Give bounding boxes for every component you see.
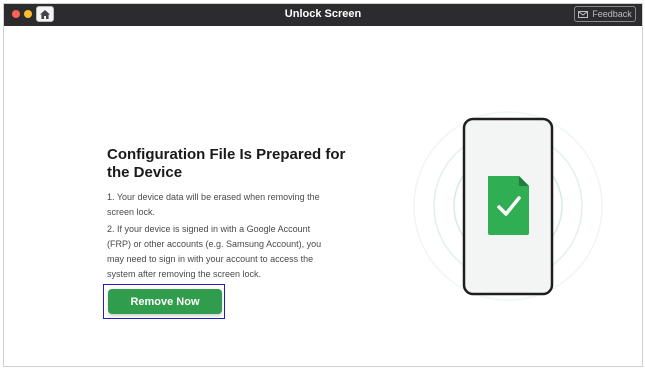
feedback-button[interactable]: Feedback (574, 6, 636, 22)
remove-now-button[interactable]: Remove Now (108, 289, 222, 314)
mail-icon (578, 10, 589, 18)
page-heading: Configuration File Is Prepared for the D… (107, 146, 346, 181)
title-bar: Unlock Screen Feedback (4, 4, 642, 26)
page: Unlock Screen Feedback Configuration Fil… (0, 0, 645, 378)
app-window: Unlock Screen Feedback Configuration Fil… (3, 3, 643, 367)
window-title: Unlock Screen (284, 8, 362, 20)
instruction-step-1: 1. Your device data will be erased when … (107, 192, 320, 217)
feedback-label: Feedback (592, 9, 632, 19)
phone-illustration (413, 111, 603, 301)
instruction-step-2: 2. If your device is signed in with a Go… (107, 224, 322, 279)
config-file-check-icon (488, 176, 529, 235)
